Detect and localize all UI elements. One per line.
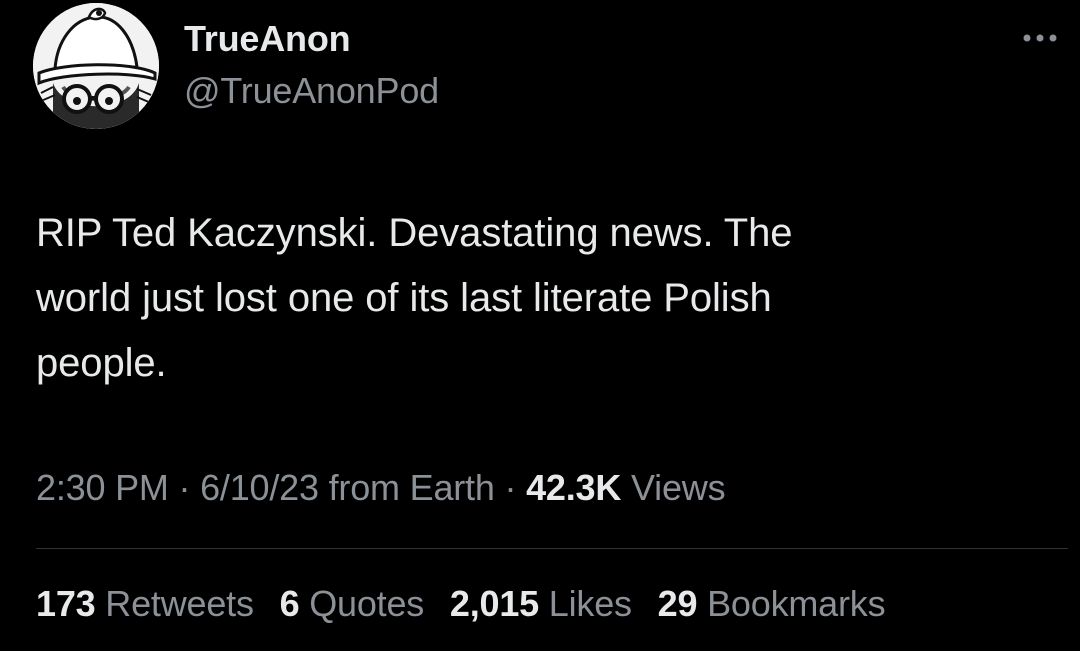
views-count[interactable]: 42.3K xyxy=(526,467,621,508)
tweet-text: RIP Ted Kaczynski. Devastating news. The… xyxy=(36,211,793,385)
tweet-date[interactable]: 6/10/23 xyxy=(200,467,319,508)
more-horizontal-icon xyxy=(1023,34,1057,42)
likes-label: Likes xyxy=(548,583,632,624)
retweets-count: 173 xyxy=(36,583,96,624)
tweet-time[interactable]: 2:30 PM xyxy=(36,467,169,508)
tweet-meta: 2:30 PM · 6/10/23 from Earth · 42.3K Vie… xyxy=(36,467,726,509)
engagement-stats: 173 Retweets 6 Quotes 2,015 Likes 29 Boo… xyxy=(36,583,901,625)
quotes-stat[interactable]: 6 Quotes xyxy=(280,583,425,625)
tweet-source: from Earth xyxy=(328,467,495,508)
meta-separator: · xyxy=(178,467,191,508)
hat-and-glasses-avatar-icon xyxy=(33,3,159,129)
likes-stat[interactable]: 2,015 Likes xyxy=(450,583,632,625)
more-options-button[interactable] xyxy=(1016,20,1064,56)
bookmarks-stat[interactable]: 29 Bookmarks xyxy=(658,583,886,625)
likes-count: 2,015 xyxy=(449,583,539,624)
retweets-stat[interactable]: 173 Retweets xyxy=(36,583,254,625)
divider xyxy=(36,548,1068,549)
quotes-count: 6 xyxy=(279,583,300,624)
author-handle[interactable]: @TrueAnonPod xyxy=(184,70,439,112)
views-label[interactable]: Views xyxy=(631,467,726,508)
bookmarks-count: 29 xyxy=(657,583,698,624)
tweet: TrueAnon @TrueAnonPod RIP Ted Kaczynski.… xyxy=(0,0,1080,651)
bookmarks-label: Bookmarks xyxy=(707,583,886,624)
meta-separator: · xyxy=(504,467,517,508)
author-display-name[interactable]: TrueAnon xyxy=(184,18,351,60)
avatar[interactable] xyxy=(33,3,159,129)
retweets-label: Retweets xyxy=(105,583,254,624)
quotes-label: Quotes xyxy=(309,583,425,624)
